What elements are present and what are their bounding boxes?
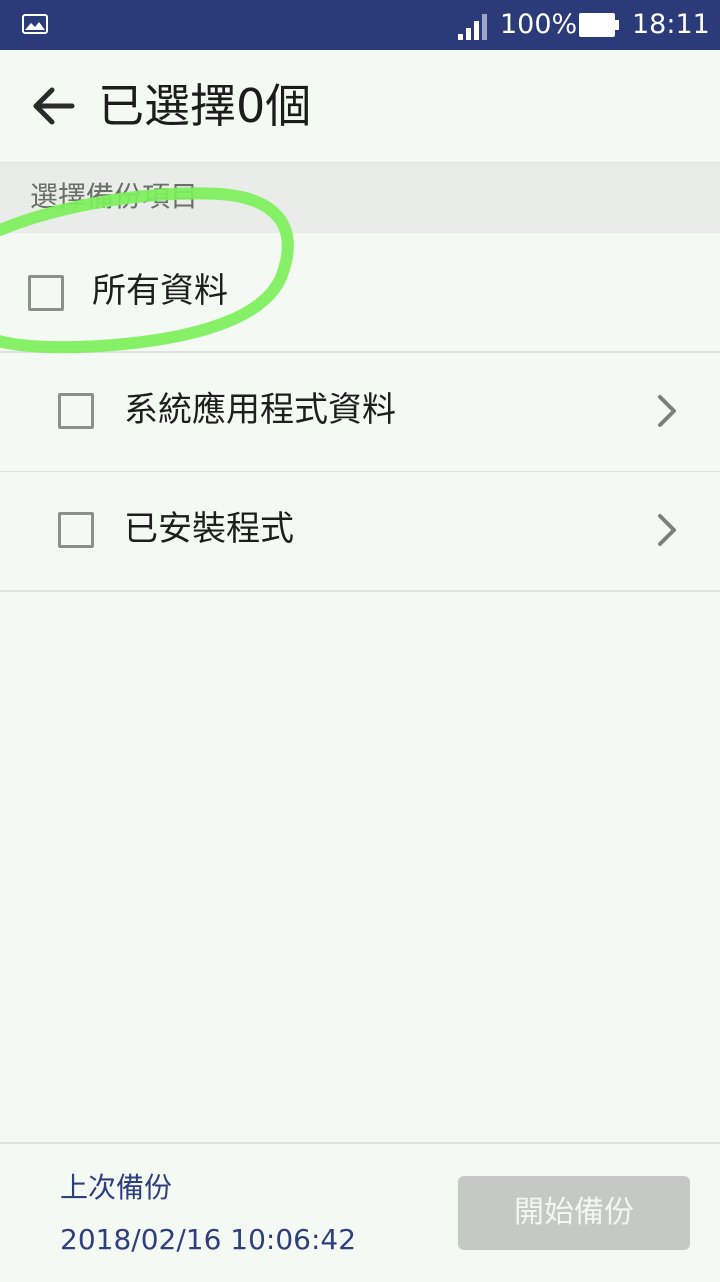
all-data-label: 所有資料 (92, 271, 228, 311)
list-item-system-app-data[interactable]: 系統應用程式資料 (0, 353, 720, 473)
system-app-data-checkbox[interactable] (58, 393, 94, 429)
page-title: 已選擇0個 (98, 79, 312, 133)
chevron-right-icon[interactable] (652, 512, 680, 548)
footer: 上次備份 2018/02/16 10:06:42 開始備份 (0, 1142, 720, 1282)
battery-percent: 100% (500, 9, 578, 40)
installed-apps-checkbox[interactable] (58, 512, 94, 548)
list-item-all-data[interactable]: 所有資料 (0, 233, 720, 353)
app-bar: 已選擇0個 (0, 50, 720, 162)
last-backup-time: 2018/02/16 10:06:42 (60, 1223, 357, 1256)
status-clock: 18:11 (632, 9, 710, 40)
last-backup-label: 上次備份 (60, 1171, 173, 1204)
chevron-right-icon[interactable] (652, 393, 680, 429)
gallery-icon (22, 14, 48, 34)
section-header-label: 選擇備份項目 (30, 180, 199, 213)
all-data-checkbox[interactable] (28, 275, 64, 311)
battery-full-icon (579, 13, 619, 37)
section-header: 選擇備份項目 (0, 162, 720, 233)
installed-apps-label: 已安裝程式 (124, 509, 294, 549)
signal-bars-icon (458, 14, 487, 40)
start-backup-button[interactable]: 開始備份 (458, 1176, 690, 1250)
list-item-installed-apps[interactable]: 已安裝程式 (0, 472, 720, 592)
status-bar: 100% 18:11 (0, 0, 720, 50)
back-arrow-icon[interactable] (30, 86, 76, 126)
system-app-data-label: 系統應用程式資料 (124, 390, 396, 430)
